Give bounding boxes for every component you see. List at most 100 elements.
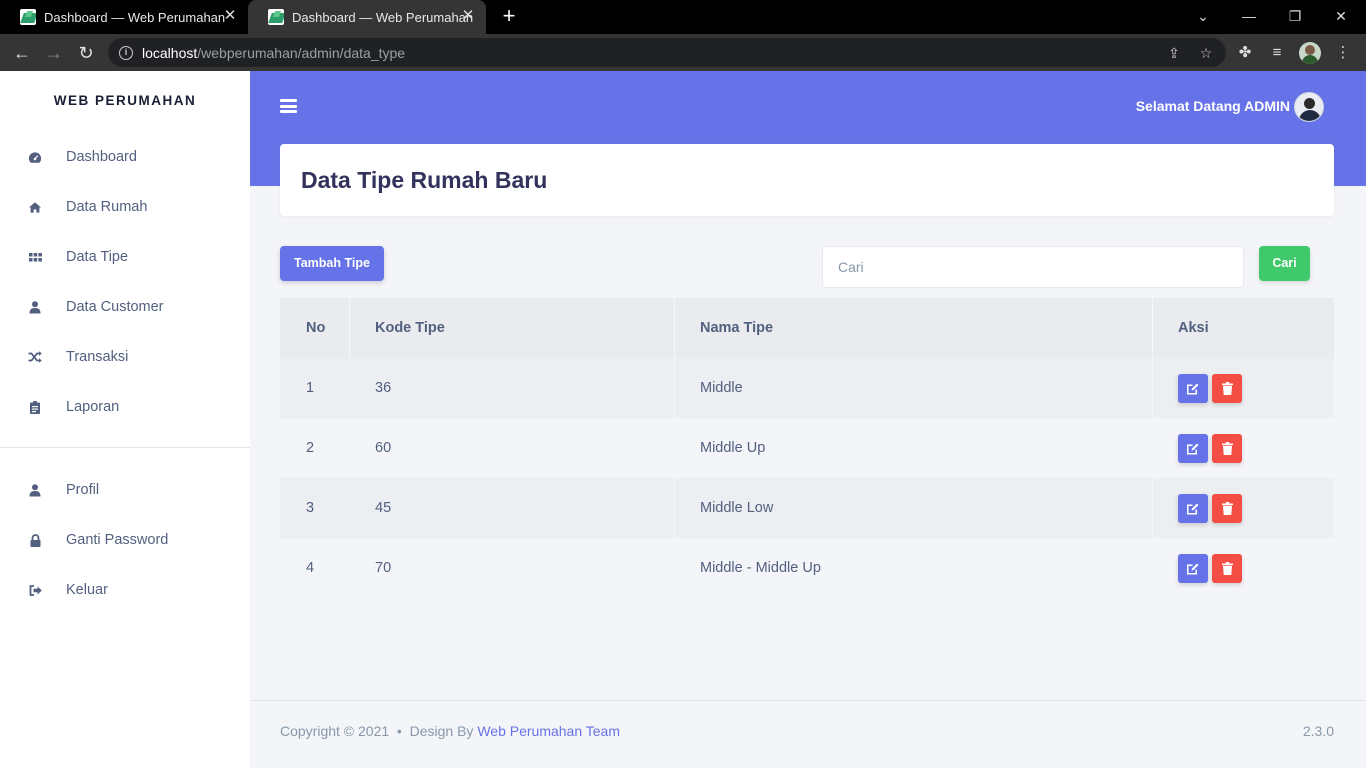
cell-nama-tipe: Middle [675, 358, 1153, 418]
delete-button[interactable] [1212, 493, 1242, 523]
sidebar-item-label: Laporan [66, 399, 120, 415]
sidebar-item-data-customer[interactable]: Data Customer [0, 287, 250, 327]
version-text: 2.3.0 [1302, 723, 1334, 739]
site-info-icon[interactable]: i [119, 45, 133, 60]
trash-icon [1221, 441, 1233, 455]
search-input[interactable] [822, 246, 1244, 288]
sidebar-item-data-tipe[interactable]: Data Tipe [0, 237, 250, 277]
sidebar-item-laporan[interactable]: Laporan [0, 387, 250, 427]
new-tab-icon[interactable]: + [497, 4, 521, 28]
cell-aksi [1153, 478, 1334, 538]
url-text: localhost/webperumahan/admin/data_type [142, 44, 406, 61]
page-title-card: Data Tipe Rumah Baru [280, 144, 1334, 216]
cell-nama-tipe: Middle - Middle Up [700, 560, 821, 576]
sidebar-divider [0, 447, 250, 448]
copyright-text: Copyright © 2021 [280, 723, 390, 739]
table-header-row: No Kode Tipe Nama Tipe Aksi [280, 298, 1334, 358]
sidebar-item-label: Data Rumah [66, 199, 148, 215]
sidebar-item-transaksi[interactable]: Transaksi [0, 337, 250, 377]
sidebar-item-dashboard[interactable]: Dashboard [0, 137, 250, 177]
media-control-icon[interactable]: ≡ [1268, 44, 1286, 62]
minimize-icon[interactable]: — [1226, 0, 1272, 34]
cell-aksi [1153, 538, 1334, 598]
table-row: 4 70 Middle - Middle Up [280, 538, 1334, 598]
footer-copyright: Copyright © 2021 • Design By Web Perumah… [280, 723, 620, 739]
sidebar-item-data-rumah[interactable]: Data Rumah [0, 187, 250, 227]
cell-no: 2 [306, 440, 315, 456]
sidebar-item-label: Transaksi [66, 349, 129, 365]
lock-icon [28, 533, 42, 547]
brand-title[interactable]: WEB PERUMAHAN [0, 93, 250, 108]
design-by-text: Design By [409, 723, 474, 739]
trash-icon [1221, 501, 1233, 515]
restore-icon[interactable]: ❐ [1272, 0, 1318, 34]
extensions-icon[interactable]: ✤ [1236, 44, 1254, 62]
forward-icon[interactable]: → [41, 40, 67, 66]
team-link[interactable]: Web Perumahan Team [477, 723, 620, 739]
user-avatar[interactable] [1294, 92, 1324, 122]
bookmark-star-icon[interactable]: ☆ [1198, 45, 1214, 61]
cell-aksi [1153, 358, 1334, 418]
browser-tab-1[interactable]: Dashboard — Web Perumahan ✕ [0, 0, 248, 34]
edit-icon [1187, 563, 1199, 574]
page-title: Data Tipe Rumah Baru [301, 167, 548, 193]
sidebar-item-keluar[interactable]: Keluar [0, 570, 250, 610]
welcome-text[interactable]: Selamat Datang ADMIN [1136, 98, 1290, 114]
sidebar-item-label: Ganti Password [66, 532, 169, 548]
tab-title: Dashboard — Web Perumahan [292, 9, 474, 25]
cell-kode-tipe: 36 [350, 358, 675, 418]
search-button[interactable]: Cari [1259, 246, 1310, 281]
sidebar-item-profil[interactable]: Profil [0, 470, 250, 510]
cell-nama-tipe: Middle Up [700, 440, 766, 456]
sidebar-item-ganti-password[interactable]: Ganti Password [0, 520, 250, 560]
sidebar-item-label: Keluar [66, 582, 108, 598]
column-header-no: No [280, 298, 350, 358]
cell-aksi [1153, 418, 1334, 478]
browser-menu-icon[interactable]: ⋮ [1334, 44, 1352, 62]
sidebar-item-label: Dashboard [66, 149, 137, 165]
footer-separator: • [393, 723, 406, 739]
table-row: 2 60 Middle Up [280, 418, 1334, 478]
trash-icon [1221, 561, 1233, 575]
delete-button[interactable] [1212, 373, 1242, 403]
window-close-icon[interactable]: ✕ [1318, 0, 1364, 34]
sidebar-item-label: Profil [66, 482, 100, 498]
browser-toolbar: ← → ↻ i localhost/webperumahan/admin/dat… [0, 34, 1366, 71]
column-header-kode-tipe: Kode Tipe [350, 298, 675, 358]
reload-icon[interactable]: ↻ [73, 40, 99, 66]
cell-kode-tipe: 45 [350, 478, 675, 538]
browser-profile-avatar[interactable] [1299, 42, 1321, 64]
user-icon [28, 300, 42, 314]
address-bar[interactable]: i localhost/webperumahan/admin/data_type… [108, 38, 1226, 67]
home-icon [28, 200, 42, 214]
tambah-tipe-button[interactable]: Tambah Tipe [280, 246, 384, 281]
share-icon[interactable]: ⇪ [1166, 45, 1182, 61]
close-tab-icon[interactable]: ✕ [222, 8, 238, 24]
clipboard-icon [28, 400, 42, 414]
edit-button[interactable] [1178, 553, 1208, 583]
trash-icon [1221, 381, 1233, 395]
cell-no: 4 [306, 560, 315, 576]
table-row: 3 45 Middle Low [280, 478, 1334, 538]
close-tab-icon[interactable]: ✕ [460, 8, 476, 24]
cell-kode-tipe: 70 [375, 560, 392, 576]
browser-tab-2[interactable]: Dashboard — Web Perumahan ✕ [248, 0, 486, 34]
edit-icon [1187, 443, 1199, 454]
delete-button[interactable] [1212, 553, 1242, 583]
edit-button[interactable] [1178, 493, 1208, 523]
menu-toggle-icon[interactable] [280, 99, 297, 113]
sidebar: WEB PERUMAHAN Dashboard Data Rumah Data … [0, 71, 250, 768]
column-header-nama-tipe: Nama Tipe [675, 298, 1153, 358]
table-row: 1 36 Middle [280, 358, 1334, 418]
edit-button[interactable] [1178, 433, 1208, 463]
dashboard-icon [28, 150, 42, 164]
tab-search-icon[interactable]: ⌄ [1180, 0, 1226, 34]
cell-nama-tipe: Middle Low [675, 478, 1153, 538]
cell-no: 1 [306, 380, 315, 396]
tipe-table: No Kode Tipe Nama Tipe Aksi 1 36 Middle … [280, 298, 1334, 598]
delete-button[interactable] [1212, 433, 1242, 463]
browser-tab-bar: Dashboard — Web Perumahan ✕ Dashboard — … [0, 0, 1366, 34]
edit-button[interactable] [1178, 373, 1208, 403]
back-icon[interactable]: ← [9, 40, 35, 66]
cell-kode-tipe: 60 [375, 440, 392, 456]
